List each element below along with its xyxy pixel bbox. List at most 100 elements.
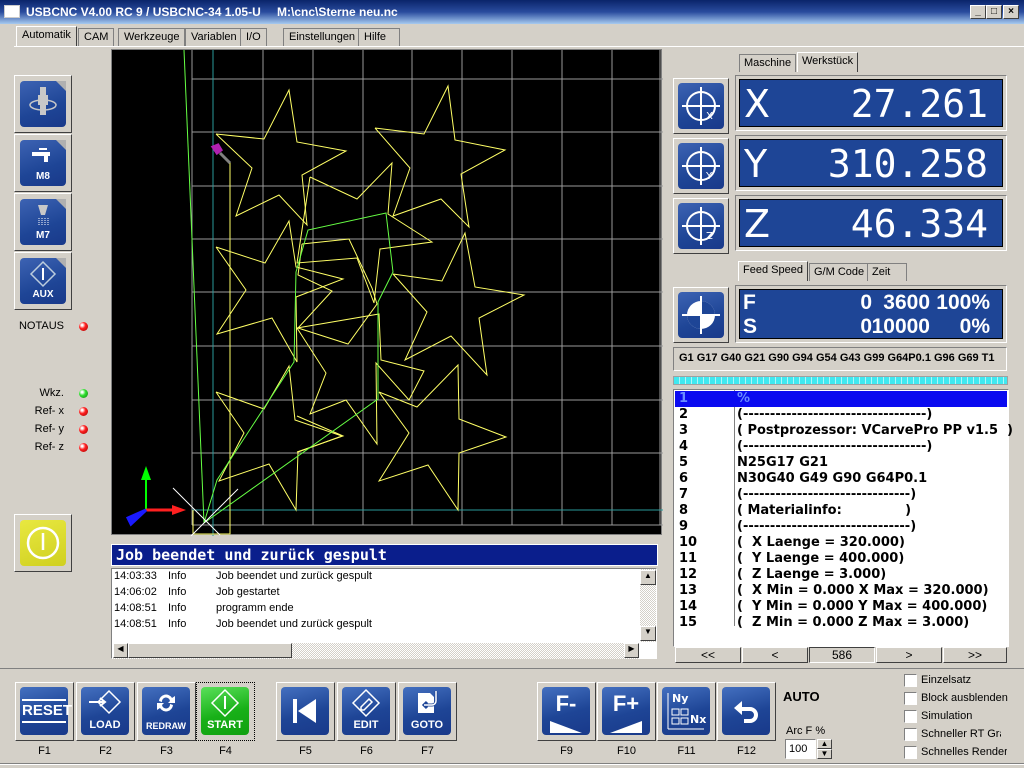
nav-prev-button[interactable]: < [742,647,808,663]
return-button[interactable] [717,682,776,741]
code-line[interactable]: 9 (-------------------------------) [675,519,1007,535]
tab-gm-code[interactable]: G/M Code [809,263,870,281]
flood-coolant-button[interactable]: M8 [14,134,72,192]
nav-next-button[interactable]: > [876,647,942,663]
start-rect [192,162,231,535]
goto-label: GOTO [410,719,444,731]
zero-x-button[interactable]: X [673,78,729,134]
code-line[interactable]: 2 (----------------------------------) [675,407,1007,423]
scroll-right-button[interactable]: ▶ [624,643,639,658]
window-file: M:\cnc\Sterne neu.nc [277,5,398,19]
code-line[interactable]: 3( Postprozessor: VCarvePro PP v1.5 ) [675,423,1013,439]
zero-y-button[interactable]: Y [673,138,729,194]
mist-coolant-button[interactable]: M7 [14,193,72,251]
tool-position-icon [210,143,232,165]
tab-feed-speed[interactable]: Feed Speed [738,261,808,281]
tab-hilfe[interactable]: Hilfe [358,28,400,46]
feed-row: F 0 3600 100% [740,291,1002,315]
code-line[interactable]: 12( Z Laenge = 3.000) [675,567,1007,583]
feed-decrease-button[interactable]: F- [537,682,596,741]
code-line[interactable]: 6 N30G40 G49 G90 G64P0.1 [675,471,1007,487]
dro-x-value: 27.261 [850,82,988,126]
minimize-button[interactable]: _ [970,5,986,19]
program-nav: << < 586 > >> [675,647,1007,663]
dro-z-value: 46.334 [850,202,988,246]
code-line[interactable]: 11( Y Laenge = 400.000) [675,551,1007,567]
dro-x-axis: X [744,82,771,126]
zero-all-button[interactable] [673,287,729,343]
feed-set: 3600 [883,291,930,314]
maximize-button[interactable]: □ [986,5,1002,19]
ref-y-led [79,425,88,434]
arc-feed-down-button[interactable]: ▼ [817,749,832,759]
reset-button[interactable]: RESET [15,682,74,741]
rewind-button[interactable] [276,682,335,741]
feed-speed-panel: F 0 3600 100% S 0 10000 0% [735,285,1007,343]
scroll-thumb[interactable] [128,643,292,658]
scroll-left-button[interactable]: ◀ [113,643,128,658]
tab-automatik[interactable]: Automatik [16,26,77,47]
scroll-up-button[interactable]: ▲ [640,570,656,585]
feed-increase-button[interactable]: F+ [597,682,656,741]
code-line[interactable]: 5 N25G17 G21 [675,455,1007,471]
tab-einstellungen[interactable]: Einstellungen [283,28,362,46]
tab-cam[interactable]: CAM [78,28,115,46]
tab-io[interactable]: I/O [240,28,267,46]
title-bar: USBCNC V4.00 RC 9 / USBCNC-34 1.05-U M:\… [0,0,1024,24]
goto-button[interactable]: GOTO [398,682,457,741]
code-line[interactable]: 14( Y Min = 0.000 Y Max = 400.000) [675,599,1007,615]
schneller-rt-checkbox[interactable]: Schneller RT Gra [904,727,1024,743]
simulation-checkbox[interactable]: Simulation [904,709,1024,725]
schnelles-render-checkbox[interactable]: Schnelles Render [904,745,1024,761]
code-line[interactable]: 1% [675,391,1007,407]
close-button[interactable]: × [1003,5,1019,19]
f3-label: F3 [160,745,173,757]
code-line[interactable]: 15( Z Min = 0.000 Z Max = 3.000) [675,615,1007,631]
program-progress-bar [673,376,1008,385]
block-ausblenden-checkbox[interactable]: Block ausblenden [904,691,1024,707]
feed-actual: 0 [860,291,872,314]
dro-y-value: 310.258 [827,142,988,186]
start-icon [210,688,240,718]
arc-feed-input[interactable]: 100 [785,739,816,759]
code-line[interactable]: 7 (-------------------------------) [675,487,1007,503]
m7-label: M7 [36,230,50,241]
message-log[interactable]: 14:03:33 Info Job beendet und zurück gespu… [111,568,657,659]
ramp-down-icon [550,721,582,733]
f2-label: F2 [99,745,112,757]
toolpath-canvas [125,49,663,537]
code-line[interactable]: 4 (----------------------------------) [675,439,1007,455]
tab-variablen[interactable]: Variablen [185,28,243,46]
reset-label: RESET [22,699,72,723]
spindle-button[interactable] [14,75,72,133]
star-1 [215,88,348,227]
active-gcodes: G1 G17 G40 G21 G90 G94 G54 G43 G99 G64P0… [673,347,1007,371]
scroll-down-button[interactable]: ▼ [640,626,656,641]
load-button[interactable]: LOAD [76,682,135,741]
aux-button[interactable]: AUX [14,252,72,310]
tab-zeit[interactable]: Zeit [867,263,907,281]
nav-first-button[interactable]: << [675,647,741,663]
arc-feed-up-button[interactable]: ▲ [817,739,832,749]
start-button[interactable]: START [196,682,255,741]
tab-werkzeuge[interactable]: Werkzeuge [118,28,186,46]
f11-label: F11 [677,745,696,757]
wkz-label: Wkz. [39,387,64,399]
code-line[interactable]: 8( Materialinfo: ) [675,503,1007,519]
einzelsatz-checkbox[interactable]: Einzelsatz [904,673,1024,689]
star-6 [392,231,526,377]
code-line[interactable]: 10( X Laenge = 320.000) [675,535,1007,551]
tab-werkstueck[interactable]: Werkstück [797,52,859,72]
nav-last-button[interactable]: >> [943,647,1007,663]
power-button[interactable] [14,514,72,572]
program-listing[interactable]: 1% 2 (----------------------------------)… [673,389,1013,647]
redraw-button[interactable]: REDRAW [137,682,196,741]
code-line[interactable]: 13( X Min = 0.000 X Max = 320.000) [675,583,1007,599]
edit-button[interactable]: EDIT [337,682,396,741]
array-button[interactable]: Ny Nx [657,682,716,741]
ramp-up-icon [610,721,642,733]
toolpath-viewport[interactable] [111,49,663,537]
ref-x-label: Ref- x [34,405,64,417]
zero-z-button[interactable]: Z [673,198,729,254]
tab-maschine[interactable]: Maschine [739,54,797,72]
